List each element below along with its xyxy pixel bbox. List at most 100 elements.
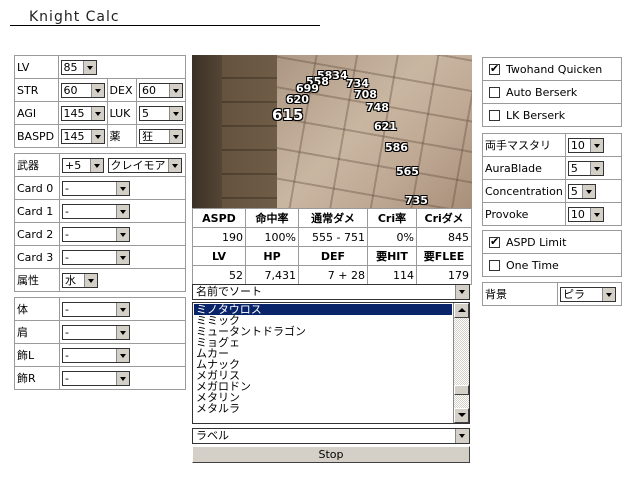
twohand-quicken-option[interactable]: Twohand Quicken [482,57,622,81]
chevron-down-icon [455,285,469,299]
chevron-down-icon [116,250,129,264]
chevron-down-icon [90,83,104,97]
stat-header: 要FLEE [416,246,472,266]
accessory-left-select[interactable]: - [62,347,130,363]
twohand-mastery-label: 両手マスタリ [482,133,566,157]
aspd-value: 190 [192,227,246,247]
stat-header: HP [245,246,299,266]
chevron-down-icon [169,106,182,120]
str-label: STR [14,78,59,102]
damage-number: 748 [366,101,389,114]
aurablade-select[interactable]: 5 [567,160,604,176]
weapon-refine-select[interactable]: +5 [62,157,104,173]
chevron-down-icon [589,161,603,175]
required-hit-value: 114 [367,265,417,285]
element-select[interactable]: 水 [62,272,98,288]
stat-header: LV [192,246,246,266]
chevron-down-icon [116,181,129,195]
damage-number: 565 [396,165,419,178]
accessory-left-label: 飾L [14,343,60,367]
baspd-select[interactable]: 145 [60,128,105,144]
aspd-limit-option[interactable]: ASPD Limit [482,230,622,254]
options-table-1: Twohand Quicken Auto Berserk LK Berserk [482,57,622,127]
list-item[interactable]: ミョグェ [194,337,452,348]
monster-list[interactable]: ミノタウロス ミミック ミュータントドラゴン ミョグェ ムカー ムナック メガリ… [192,302,470,424]
weapon-select[interactable]: クレイモア [107,157,182,173]
chevron-down-icon [84,273,97,287]
auto-berserk-option[interactable]: Auto Berserk [482,80,622,104]
aurablade-label: AuraBlade [482,156,566,180]
body-select[interactable]: - [62,301,130,317]
lv-select[interactable]: 85 [60,59,97,75]
card1-label: Card 1 [14,199,60,223]
card1-select[interactable]: - [62,203,130,219]
chevron-down-icon [455,429,469,443]
stat-header: ASPD [192,208,246,228]
shoulder-select[interactable]: - [62,324,130,340]
monster-lv-value: 52 [192,265,246,285]
agi-select[interactable]: 145 [60,105,105,121]
character-stats-table: LV 85 STR 60 DEX 60 AGI 145 LUK 5 BASPD … [14,55,187,148]
result-stats-table: ASPD 命中率 通常ダメ Cri率 Criダメ 190 100% 555 - … [192,208,472,285]
luk-label: LUK [106,101,138,125]
damage-number: 708 [354,88,377,101]
crit-rate-value: 0% [367,227,417,247]
chevron-down-icon [116,302,129,316]
card0-select[interactable]: - [62,180,130,196]
stat-header: 命中率 [245,208,299,228]
chevron-down-icon [169,129,182,143]
checkbox-icon[interactable] [489,110,500,121]
app-title: Knight Calc [29,9,120,25]
list-scrollbar[interactable] [453,303,469,423]
chevron-down-icon [589,207,603,221]
checkbox-checked-icon[interactable] [489,62,500,75]
background-table: 背景 ピラ [482,282,622,306]
one-time-option[interactable]: One Time [482,253,622,277]
chevron-down-icon [116,204,129,218]
list-item[interactable]: メタルラ [194,403,452,414]
twohand-mastery-select[interactable]: 10 [567,137,604,153]
agi-label: AGI [14,101,59,125]
card3-select[interactable]: - [62,249,130,265]
scroll-down-icon[interactable] [454,408,469,423]
provoke-label: Provoke [482,202,566,226]
label-select[interactable]: ラベル [192,428,470,444]
damage-number: 621 [374,120,397,133]
scroll-thumb[interactable] [454,385,469,395]
lk-berserk-option[interactable]: LK Berserk [482,103,622,127]
damage-number: 620 [286,93,309,106]
lv-label: LV [14,55,59,79]
accessory-right-select[interactable]: - [62,370,130,386]
normal-damage-value: 555 - 751 [298,227,368,247]
sort-select[interactable]: 名前でソート [192,284,470,300]
card2-select[interactable]: - [62,226,130,242]
checkbox-icon[interactable] [489,260,500,271]
game-screenshot: 5834 558 699 620 615 734 708 748 621 586… [192,55,472,208]
concentration-select[interactable]: 5 [567,183,596,199]
potion-select[interactable]: 狂 [139,128,183,144]
scroll-up-icon[interactable] [454,303,469,318]
dex-select[interactable]: 60 [139,82,183,98]
equipment-table: 武器 +5 クレイモア Card 0 - Card 1 - Card 2 - C… [14,153,186,292]
damage-number: 586 [385,141,408,154]
chevron-down-icon [116,348,129,362]
wall-bricks [222,55,277,208]
card3-label: Card 3 [14,245,60,269]
checkbox-checked-icon[interactable] [489,235,500,248]
armor-table: 体 - 肩 - 飾L - 飾R - [14,297,186,390]
checkbox-icon[interactable] [489,87,500,98]
luk-select[interactable]: 5 [139,105,183,121]
str-select[interactable]: 60 [60,82,105,98]
monster-def-value: 7 + 28 [298,265,368,285]
weapon-label: 武器 [14,153,60,177]
chevron-down-icon [90,158,103,172]
shoulder-label: 肩 [14,320,60,344]
provoke-select[interactable]: 10 [567,206,604,222]
stop-button[interactable]: Stop [192,446,470,463]
background-select[interactable]: ピラ [560,286,616,302]
chevron-down-icon [581,184,595,198]
stat-header: DEF [298,246,368,266]
stat-header: Cri率 [367,208,417,228]
element-label: 属性 [14,268,60,292]
crit-damage-value: 845 [416,227,472,247]
